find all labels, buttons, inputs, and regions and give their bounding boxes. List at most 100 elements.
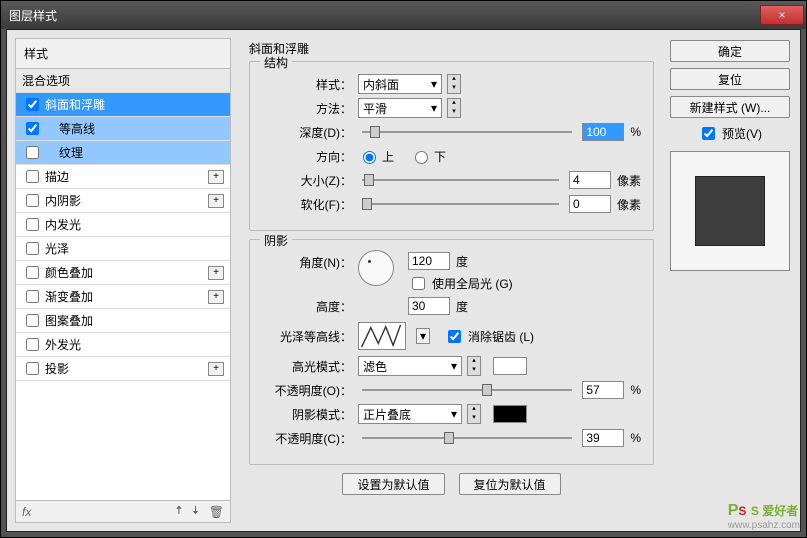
panel-title: 斜面和浮雕: [249, 40, 654, 57]
style-select[interactable]: 内斜面▾: [358, 74, 442, 94]
effect-item-7[interactable]: 颜色叠加 +: [16, 261, 230, 285]
method-select[interactable]: 平滑▾: [358, 98, 442, 118]
highlight-color-swatch[interactable]: [493, 357, 527, 375]
unit-label: 像素: [617, 172, 641, 189]
highlight-mode-spinner[interactable]: ▴▾: [467, 356, 481, 376]
ok-button[interactable]: 确定: [670, 40, 790, 62]
direction-up-radio[interactable]: 上: [358, 148, 394, 165]
effect-item-1[interactable]: 等高线: [16, 117, 230, 141]
highlight-opacity-slider[interactable]: [362, 383, 572, 397]
highlight-opacity-label: 不透明度(O)：: [262, 382, 352, 399]
close-button[interactable]: ×: [760, 5, 804, 25]
left-panel: 样式 混合选项 斜面和浮雕等高线纹理描边+内阴影+内发光光泽颜色叠加+渐变叠加+…: [7, 30, 239, 531]
gloss-contour-label: 光泽等高线：: [262, 328, 352, 345]
global-light-checkbox[interactable]: 使用全局光 (G): [408, 274, 513, 293]
shadow-group: 阴影 角度(N)： 度 使用全局光 (G) 高度：: [249, 239, 654, 465]
effect-checkbox[interactable]: [26, 362, 39, 375]
antialias-checkbox[interactable]: 消除锯齿 (L): [444, 327, 534, 346]
shadow-color-swatch[interactable]: [493, 405, 527, 423]
arrow-up-icon[interactable]: 🠅: [176, 501, 183, 522]
shadow-opacity-field[interactable]: [582, 429, 624, 447]
highlight-opacity-field[interactable]: [582, 381, 624, 399]
add-effect-button[interactable]: +: [208, 362, 224, 376]
effect-checkbox[interactable]: [26, 194, 39, 207]
direction-down-radio[interactable]: 下: [410, 148, 446, 165]
effect-checkbox[interactable]: [26, 338, 39, 351]
list-item-label: 等高线: [59, 120, 95, 137]
depth-slider[interactable]: [362, 125, 572, 139]
effect-checkbox[interactable]: [26, 242, 39, 255]
size-field[interactable]: [569, 171, 611, 189]
highlight-mode-select[interactable]: 滤色▾: [358, 356, 462, 376]
gloss-contour-picker[interactable]: [358, 322, 406, 350]
blending-options-item[interactable]: 混合选项: [16, 69, 230, 93]
shadow-mode-select[interactable]: 正片叠底▾: [358, 404, 462, 424]
effect-item-9[interactable]: 图案叠加: [16, 309, 230, 333]
list-item-label: 内发光: [45, 216, 81, 233]
shadow-mode-spinner[interactable]: ▴▾: [467, 404, 481, 424]
effect-item-4[interactable]: 内阴影+: [16, 189, 230, 213]
effect-checkbox[interactable]: [26, 122, 39, 135]
reset-default-button[interactable]: 复位为默认值: [459, 473, 561, 495]
group-legend: 阴影: [260, 232, 292, 249]
depth-label: 深度(D)：: [262, 124, 352, 141]
soften-field[interactable]: [569, 195, 611, 213]
preview-box: [670, 151, 790, 271]
effect-checkbox[interactable]: [26, 98, 39, 111]
altitude-field[interactable]: [408, 297, 450, 315]
depth-field[interactable]: [582, 123, 624, 141]
list-item-label: 混合选项: [22, 72, 70, 89]
effect-checkbox[interactable]: [26, 314, 39, 327]
angle-field[interactable]: [408, 252, 450, 270]
effect-item-6[interactable]: 光泽: [16, 237, 230, 261]
list-item-label: 斜面和浮雕: [45, 96, 105, 113]
add-effect-button[interactable]: +: [208, 290, 224, 304]
effect-checkbox[interactable]: [26, 218, 39, 231]
effect-checkbox[interactable]: [26, 170, 39, 183]
fx-icon[interactable]: fx: [22, 505, 31, 519]
preview-checkbox[interactable]: 预览(V): [670, 124, 790, 143]
chevron-down-icon: ▾: [431, 77, 437, 91]
soften-slider[interactable]: [362, 197, 559, 211]
angle-dial[interactable]: [358, 250, 394, 286]
styles-footer: fx 🠅 🠇 🗑: [15, 501, 231, 523]
method-spinner[interactable]: ▴▾: [447, 98, 461, 118]
reset-button[interactable]: 复位: [670, 68, 790, 90]
right-panel: 确定 复位 新建样式 (W)... 预览(V): [664, 30, 800, 531]
settings-panel: 斜面和浮雕 结构 样式： 内斜面▾ ▴▾ 方法： 平滑▾ ▴▾ 深度(D)：: [239, 30, 664, 531]
effect-checkbox[interactable]: [26, 146, 39, 159]
arrow-down-icon[interactable]: 🠇: [192, 501, 199, 522]
size-slider[interactable]: [362, 173, 559, 187]
trash-icon[interactable]: 🗑: [209, 505, 224, 519]
list-item-label: 颜色叠加: [45, 264, 93, 281]
unit-label: 度: [456, 253, 468, 270]
chevron-down-icon: ▾: [451, 359, 457, 373]
effect-item-10[interactable]: 外发光: [16, 333, 230, 357]
layer-style-dialog: 图层样式 × 样式 混合选项 斜面和浮雕等高线纹理描边+内阴影+内发光光泽颜色叠…: [0, 0, 807, 538]
effect-item-11[interactable]: 投影+: [16, 357, 230, 381]
effect-item-8[interactable]: 渐变叠加 +: [16, 285, 230, 309]
chevron-down-icon[interactable]: ▾: [416, 328, 430, 344]
effect-item-5[interactable]: 内发光: [16, 213, 230, 237]
add-effect-button[interactable]: +: [208, 266, 224, 280]
add-effect-button[interactable]: +: [208, 170, 224, 184]
list-item-label: 描边: [45, 168, 69, 185]
add-effect-button[interactable]: +: [208, 194, 224, 208]
close-icon: ×: [778, 8, 785, 22]
new-style-button[interactable]: 新建样式 (W)...: [670, 96, 790, 118]
size-label: 大小(Z)：: [262, 172, 352, 189]
chevron-down-icon: ▾: [451, 407, 457, 421]
list-item-label: 渐变叠加: [45, 288, 93, 305]
set-default-button[interactable]: 设置为默认值: [342, 473, 444, 495]
effect-item-2[interactable]: 纹理: [16, 141, 230, 165]
effect-item-0[interactable]: 斜面和浮雕: [16, 93, 230, 117]
effect-item-3[interactable]: 描边 +: [16, 165, 230, 189]
preview-swatch: [695, 176, 765, 246]
style-spinner[interactable]: ▴▾: [447, 74, 461, 94]
list-item-label: 纹理: [59, 144, 83, 161]
effect-checkbox[interactable]: [26, 266, 39, 279]
highlight-mode-label: 高光模式：: [262, 358, 352, 375]
shadow-opacity-slider[interactable]: [362, 431, 572, 445]
effect-checkbox[interactable]: [26, 290, 39, 303]
shadow-mode-label: 阴影模式：: [262, 406, 352, 423]
